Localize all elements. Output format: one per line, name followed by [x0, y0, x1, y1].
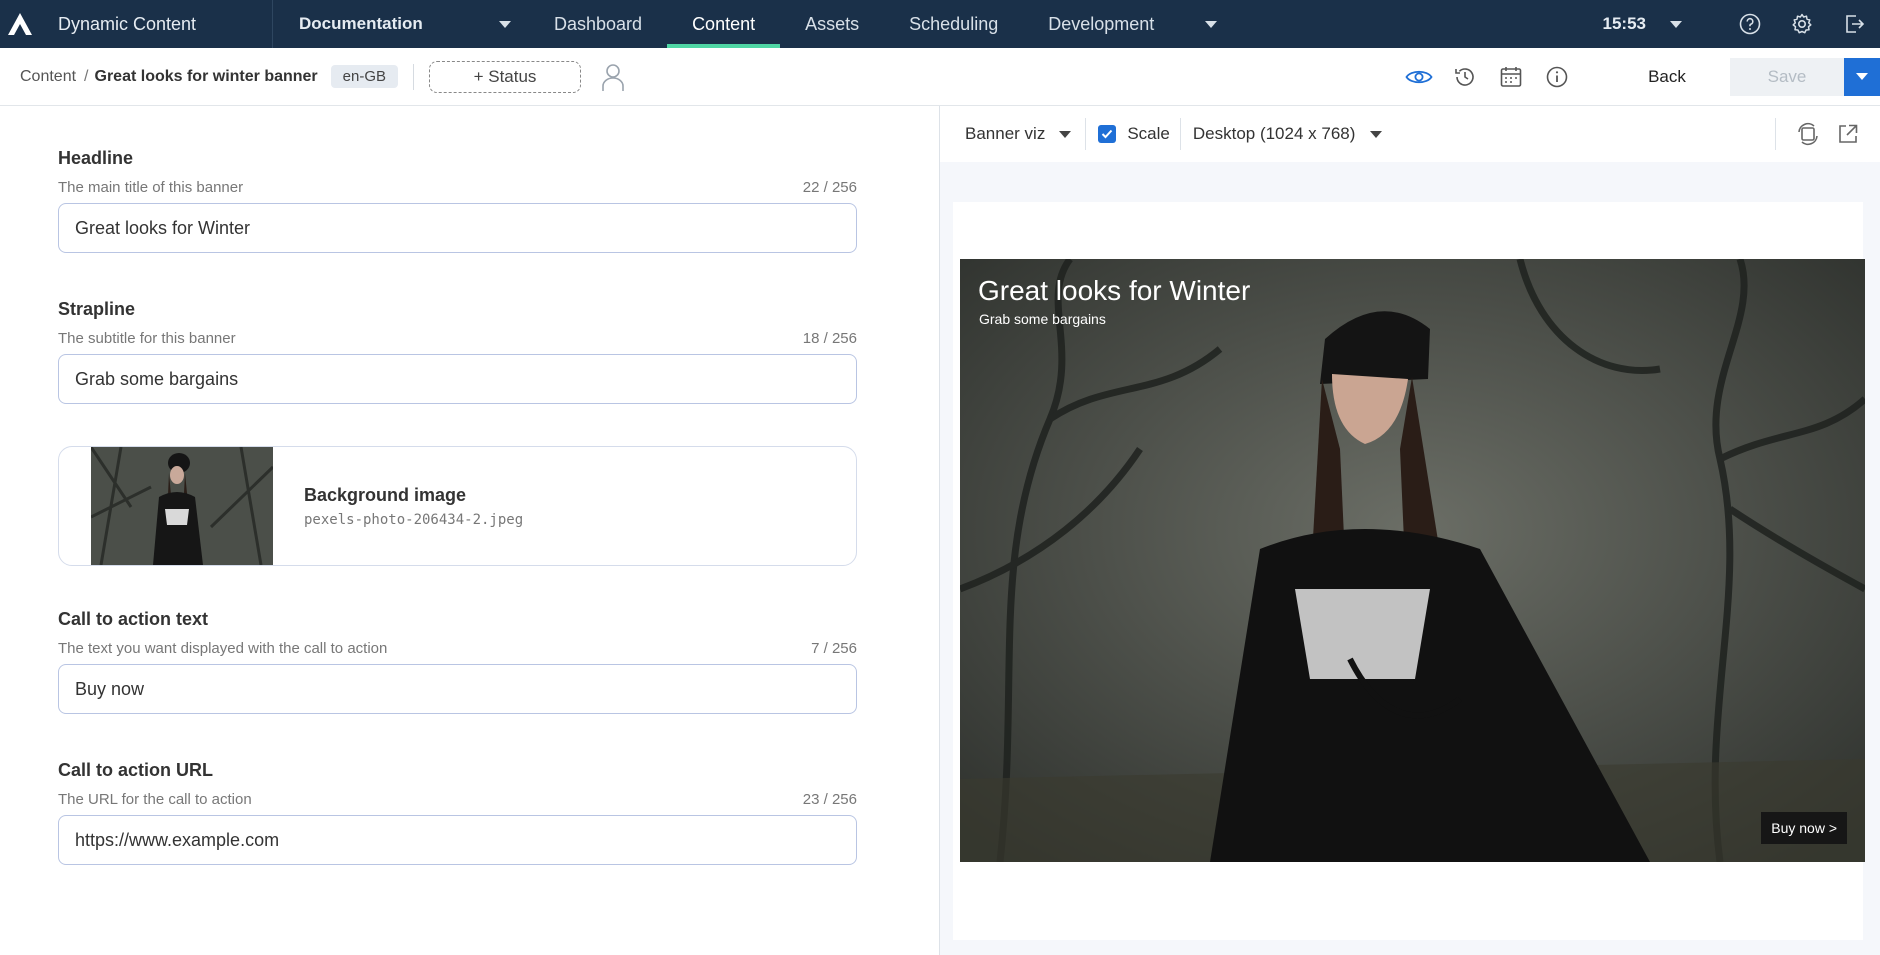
tab-dashboard[interactable]: Dashboard: [529, 0, 667, 48]
brand: Dynamic Content: [0, 0, 273, 48]
tab-label: Assets: [805, 13, 860, 34]
divider: [1179, 118, 1181, 150]
clock: 15:53: [1602, 14, 1646, 33]
headline-input[interactable]: Great looks for Winter: [58, 203, 857, 253]
cta-text-input[interactable]: Buy now: [58, 664, 857, 714]
content-header: Content / Great looks for winter banner …: [0, 48, 1880, 106]
main-tabs: Dashboard Content Assets Scheduling Deve…: [529, 0, 1225, 48]
field-label: Call to action URL: [58, 760, 214, 780]
preview-panel: Banner viz Scale Desktop (1024 x 768) Gr…: [940, 106, 1880, 955]
visualization-select[interactable]: Banner viz: [965, 124, 1072, 144]
calendar-icon[interactable]: [1488, 57, 1534, 97]
banner-strapline: Grab some bargains: [979, 311, 1106, 327]
device-label: Desktop (1024 x 768): [1192, 124, 1356, 143]
field-description: The main title of this banner 22 / 256: [58, 179, 857, 196]
open-external-icon[interactable]: [1828, 114, 1868, 154]
field-description: The subtitle for this banner 18 / 256: [58, 330, 857, 347]
char-count: 23 / 256: [802, 791, 857, 808]
divider: [413, 63, 415, 90]
field-description: The text you want displayed with the cal…: [58, 640, 857, 657]
settings-gear-icon[interactable]: [1776, 0, 1828, 48]
back-button[interactable]: Back: [1630, 67, 1704, 87]
chevron-down-icon: [1205, 20, 1218, 28]
char-count: 18 / 256: [802, 330, 857, 347]
more-tabs-dropdown[interactable]: [1179, 0, 1225, 48]
description-text: The subtitle for this banner: [58, 330, 236, 347]
banner-photo: [960, 259, 1865, 862]
tab-development[interactable]: Development: [1023, 0, 1179, 48]
breadcrumb-separator: /: [84, 67, 89, 85]
scale-toggle[interactable]: Scale: [1098, 124, 1170, 144]
divider: [1775, 118, 1776, 150]
preview-eye-icon[interactable]: [1396, 57, 1442, 97]
divider: [1085, 118, 1087, 150]
assignee-user-icon[interactable]: [601, 62, 625, 92]
field-label: Headline: [58, 148, 134, 168]
preview-toolbar: Banner viz Scale Desktop (1024 x 768): [940, 106, 1880, 162]
help-icon[interactable]: [1724, 0, 1776, 48]
tab-label: Dashboard: [554, 13, 643, 34]
tab-label: Development: [1048, 13, 1155, 34]
preview-toolbar-actions: [1775, 106, 1880, 162]
visualization-label: Banner viz: [965, 124, 1046, 143]
tab-scheduling[interactable]: Scheduling: [884, 0, 1023, 48]
cta-url-field: Call to action URL The URL for the call …: [58, 760, 857, 865]
description-text: The main title of this banner: [58, 179, 244, 196]
nav-right: 15:53: [1603, 0, 1880, 48]
description-text: The URL for the call to action: [58, 791, 252, 808]
save-button[interactable]: Save: [1730, 57, 1844, 96]
background-image-card[interactable]: Background image pexels-photo-206434-2.j…: [58, 446, 857, 566]
history-icon[interactable]: [1442, 57, 1488, 97]
header-actions: Back Save: [1396, 48, 1880, 105]
scale-checkbox[interactable]: [1098, 125, 1117, 143]
chevron-down-icon: [1370, 130, 1383, 138]
strapline-input[interactable]: Grab some bargains: [58, 354, 857, 404]
rotate-device-icon[interactable]: [1788, 114, 1828, 154]
image-filename: pexels-photo-206434-2.jpeg: [304, 511, 524, 528]
breadcrumb-root[interactable]: Content: [20, 68, 76, 86]
tab-assets[interactable]: Assets: [780, 0, 884, 48]
image-field-label: Background image: [304, 484, 467, 505]
field-description: The URL for the call to action 23 / 256: [58, 791, 857, 808]
cta-url-input[interactable]: https://www.example.com: [58, 815, 857, 865]
breadcrumb-current: Great looks for winter banner: [94, 67, 318, 85]
banner-preview[interactable]: Great looks for Winter Grab some bargain…: [960, 259, 1865, 862]
tab-label: Scheduling: [909, 13, 999, 34]
hub-selector[interactable]: Documentation: [273, 0, 529, 48]
locale-badge[interactable]: en-GB: [330, 65, 399, 88]
chevron-down-icon: [1059, 130, 1072, 138]
field-label: Call to action text: [58, 609, 209, 629]
banner-headline: Great looks for Winter: [978, 275, 1251, 306]
clock-dropdown-icon[interactable]: [1670, 20, 1682, 28]
strapline-field: Strapline The subtitle for this banner 1…: [58, 299, 857, 404]
description-text: The text you want displayed with the cal…: [58, 640, 388, 657]
tab-label: Content: [692, 13, 756, 34]
banner-cta-button[interactable]: Buy now >: [1761, 812, 1847, 844]
image-meta: Background image pexels-photo-206434-2.j…: [304, 485, 523, 528]
content-form: Headline The main title of this banner 2…: [0, 106, 939, 955]
char-count: 7 / 256: [811, 640, 857, 657]
app-name: Dynamic Content: [58, 13, 197, 34]
scale-label: Scale: [1127, 124, 1170, 143]
device-select[interactable]: Desktop (1024 x 768): [1193, 124, 1383, 144]
background-image-thumbnail: [91, 447, 273, 565]
cta-text-field: Call to action text The text you want di…: [58, 609, 857, 714]
logout-icon[interactable]: [1828, 0, 1880, 48]
info-icon[interactable]: [1534, 57, 1580, 97]
add-status-button[interactable]: + Status: [429, 60, 582, 93]
top-navigation: Dynamic Content Documentation Dashboard …: [0, 0, 1880, 48]
app-logo-icon[interactable]: [6, 10, 34, 38]
chevron-down-icon: [1856, 73, 1868, 80]
chevron-down-icon: [499, 20, 511, 28]
save-options-dropdown[interactable]: [1844, 57, 1880, 96]
field-label: Strapline: [58, 299, 136, 319]
char-count: 22 / 256: [802, 179, 857, 196]
headline-field: Headline The main title of this banner 2…: [58, 148, 857, 253]
hub-name: Documentation: [299, 14, 423, 33]
tab-content[interactable]: Content: [667, 0, 781, 48]
